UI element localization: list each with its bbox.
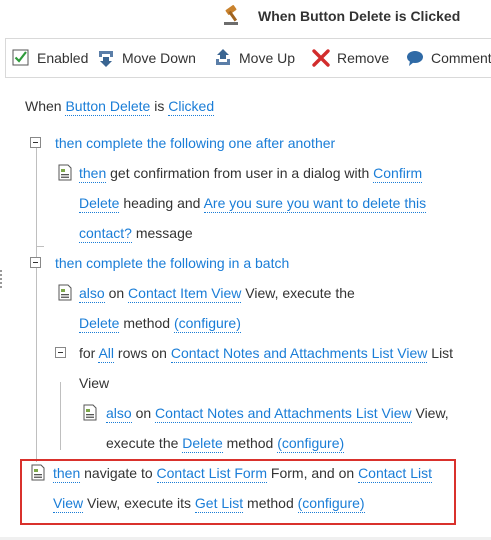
rule-title: When Button Delete is Clicked xyxy=(258,8,461,24)
configure-link[interactable]: (configure) xyxy=(297,495,365,513)
action-text: execute the xyxy=(106,435,179,451)
action-icon[interactable] xyxy=(58,164,72,181)
collapse-toggle[interactable] xyxy=(30,257,41,268)
move-down-label: Move Down xyxy=(122,50,196,66)
move-up-label: Move Up xyxy=(239,50,296,66)
batch-action-line-2: Delete method (configure) xyxy=(79,313,241,333)
action-icon[interactable] xyxy=(83,404,97,421)
batch-action-line-1: also on Contact Item View View, execute … xyxy=(79,283,355,303)
method-link[interactable]: Delete xyxy=(79,315,120,333)
view-link[interactable]: Contact Notes and Attachments List View xyxy=(155,405,412,423)
is-text: is xyxy=(154,98,165,114)
action-text: View, execute the xyxy=(245,285,355,301)
collapse-toggle[interactable] xyxy=(55,347,66,358)
comment-icon xyxy=(407,51,423,66)
remove-label: Remove xyxy=(337,50,390,66)
action-text: View, execute its xyxy=(86,495,192,511)
message-link[interactable]: Are you sure you want to delete this xyxy=(203,195,427,213)
message-link-cont[interactable]: contact? xyxy=(79,225,132,243)
seq-group-link[interactable]: then complete the following one after an… xyxy=(55,135,335,152)
view-link[interactable]: Contact Item View xyxy=(128,285,242,303)
action-text: on xyxy=(108,285,125,301)
heading-link[interactable]: Confirm xyxy=(373,165,423,183)
for-action-line-2: execute the Delete method (configure) xyxy=(106,433,345,453)
action-icon[interactable] xyxy=(58,284,72,301)
action-text: View xyxy=(79,375,110,391)
rule-title-bar: When Button Delete is Clicked xyxy=(0,0,491,34)
navigate-action-line-2: View View, execute its Get List method (… xyxy=(53,493,365,513)
gavel-icon xyxy=(224,5,238,25)
for-each-line-2: View xyxy=(79,373,109,393)
comment-button[interactable]: Comment xyxy=(405,39,491,77)
batch-group-line: then complete the following in a batch xyxy=(55,253,289,273)
then-link[interactable]: then xyxy=(53,465,81,483)
move-down-icon xyxy=(99,51,113,67)
tree-line xyxy=(36,146,37,462)
form-link[interactable]: Contact List Form xyxy=(156,465,268,483)
then-link[interactable]: then xyxy=(79,165,107,183)
comment-label: Comment xyxy=(431,50,491,66)
also-link[interactable]: also xyxy=(79,285,105,303)
action-text: message xyxy=(135,225,193,241)
action-text: method xyxy=(226,435,274,451)
seq-group-line: then complete the following one after an… xyxy=(55,133,335,153)
confirm-action-line-2: Delete heading and Are you sure you want… xyxy=(79,193,427,213)
action-icon[interactable] xyxy=(31,464,45,481)
action-text: heading and xyxy=(123,195,201,211)
confirm-action-line-1: then get confirmation from user in a dia… xyxy=(79,163,423,183)
view-link-cont[interactable]: View xyxy=(53,495,84,513)
action-text: on xyxy=(135,405,152,421)
action-text: View, xyxy=(415,405,449,421)
rule-toolbar: Enabled Move Down Move Up Remove Comment xyxy=(5,38,491,78)
action-text: get confirmation from user in a dialog w… xyxy=(110,165,370,181)
tree-line xyxy=(60,382,61,450)
move-down-button[interactable]: Move Down xyxy=(96,39,196,77)
action-text: navigate to xyxy=(84,465,153,481)
enabled-label: Enabled xyxy=(37,50,89,66)
action-text: List xyxy=(431,345,454,361)
navigate-action-line-1: then navigate to Contact List Form Form,… xyxy=(53,463,432,483)
list-view-link[interactable]: Contact Notes and Attachments List View xyxy=(170,345,428,363)
method-link[interactable]: Get List xyxy=(194,495,244,513)
batch-group-link[interactable]: then complete the following in a batch xyxy=(55,255,289,272)
collapse-toggle[interactable] xyxy=(30,137,41,148)
view-link[interactable]: Contact List xyxy=(358,465,432,483)
also-link[interactable]: also xyxy=(106,405,132,423)
control-link[interactable]: Button Delete xyxy=(65,98,151,116)
method-link[interactable]: Delete xyxy=(182,435,223,453)
move-up-button[interactable]: Move Up xyxy=(213,39,295,77)
action-text: Form, and on xyxy=(270,465,355,481)
move-up-icon xyxy=(216,49,230,65)
action-text: rows on xyxy=(117,345,167,361)
action-text: for xyxy=(79,345,96,361)
for-each-line-1: for All rows on Contact Notes and Attach… xyxy=(79,343,453,363)
action-text: method xyxy=(247,495,294,511)
tree-line xyxy=(36,246,44,247)
configure-link[interactable]: (configure) xyxy=(173,315,241,333)
confirm-action-line-3: contact? message xyxy=(79,223,193,243)
when-text: When xyxy=(25,98,62,114)
remove-icon xyxy=(312,49,330,67)
enabled-checkbox[interactable]: Enabled xyxy=(11,39,88,77)
event-link[interactable]: Clicked xyxy=(168,98,215,116)
rule-condition-line: When Button Delete is Clicked xyxy=(25,96,215,116)
checkbox-checked-icon xyxy=(12,49,29,66)
for-action-line-1: also on Contact Notes and Attachments Li… xyxy=(106,403,449,423)
action-text: method xyxy=(123,315,171,331)
remove-button[interactable]: Remove xyxy=(311,39,389,77)
all-link[interactable]: All xyxy=(98,345,115,363)
configure-link[interactable]: (configure) xyxy=(277,435,345,453)
heading-link-cont[interactable]: Delete xyxy=(79,195,120,213)
